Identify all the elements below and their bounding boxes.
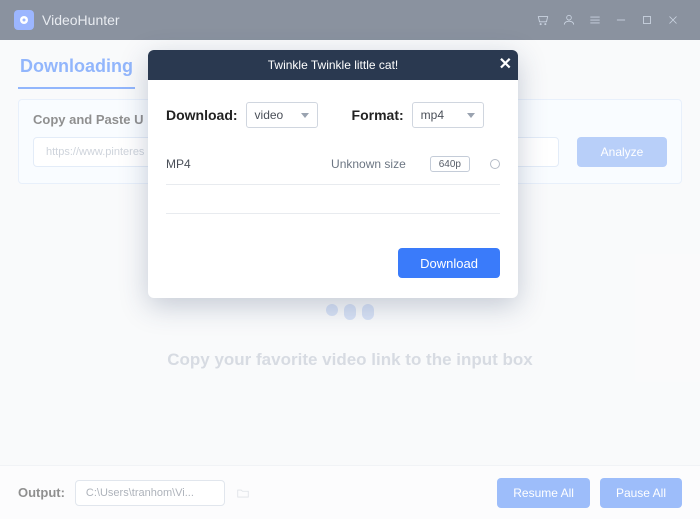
format-label: Format:: [352, 107, 404, 123]
modal-close-icon[interactable]: ✕: [499, 57, 512, 73]
format-type: MP4: [166, 157, 226, 171]
quality-badge: 640p: [430, 156, 470, 172]
format-option-row[interactable]: MP4 Unknown size 640p: [166, 144, 500, 185]
download-type-select[interactable]: video: [246, 102, 318, 128]
format-size: Unknown size: [236, 157, 420, 171]
chevron-down-icon: [467, 113, 475, 118]
modal-title: Twinkle Twinkle little cat!: [268, 58, 399, 72]
download-type-label: Download:: [166, 107, 238, 123]
download-type-value: video: [255, 108, 284, 122]
divider: [166, 213, 500, 214]
modal-header: Twinkle Twinkle little cat! ✕: [148, 50, 518, 80]
download-options-modal: Twinkle Twinkle little cat! ✕ Download: …: [148, 50, 518, 298]
download-button[interactable]: Download: [398, 248, 500, 278]
chevron-down-icon: [301, 113, 309, 118]
format-select[interactable]: mp4: [412, 102, 484, 128]
select-radio[interactable]: [490, 159, 500, 169]
format-value: mp4: [421, 108, 444, 122]
selector-row: Download: video Format: mp4: [166, 102, 500, 128]
